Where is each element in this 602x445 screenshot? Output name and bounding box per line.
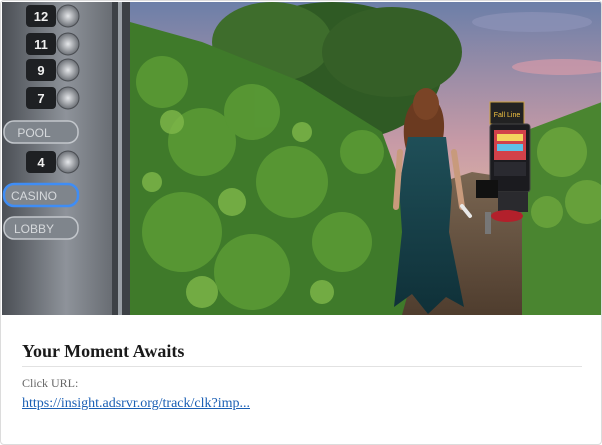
- ad-title: Your Moment Awaits: [22, 341, 582, 367]
- elevator-button-7: 7: [26, 86, 80, 110]
- elevator-button-9: 9: [26, 58, 80, 82]
- elevator-button-12: 12: [26, 4, 80, 28]
- elevator-button-11: 11: [26, 32, 80, 56]
- svg-text:11: 11: [34, 37, 48, 52]
- click-url-label: Click URL:: [22, 376, 79, 390]
- ad-body: Your Moment Awaits Click URL: https://in…: [22, 341, 582, 412]
- svg-text:12: 12: [34, 9, 48, 24]
- svg-text:POOL: POOL: [17, 126, 51, 140]
- elevator-button-lobby: LOBBY: [3, 216, 79, 240]
- svg-text:LOBBY: LOBBY: [14, 222, 54, 236]
- svg-text:Fall Line: Fall Line: [494, 112, 521, 119]
- elevator-button-4: 4: [26, 150, 80, 174]
- ad-image[interactable]: Fall Line 12 11 9 7 POOL 4 CASINO LOBBY: [2, 2, 601, 315]
- svg-text:7: 7: [37, 91, 44, 106]
- elevator-button-casino: CASINO: [2, 182, 80, 208]
- svg-text:4: 4: [37, 155, 45, 170]
- ad-card: Fall Line 12 11 9 7 POOL 4 CASINO LOBBY …: [0, 0, 602, 445]
- svg-text:CASINO: CASINO: [11, 189, 57, 203]
- click-url-link[interactable]: https://insight.adsrvr.org/track/clk?imp…: [22, 396, 250, 412]
- elevator-button-pool: POOL: [3, 120, 79, 144]
- svg-text:9: 9: [37, 63, 44, 78]
